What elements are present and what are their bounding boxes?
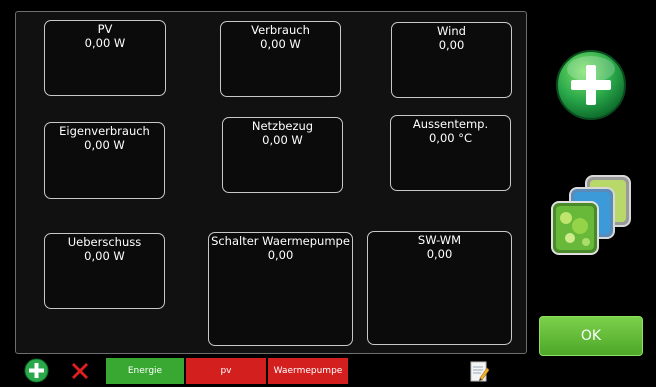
image-gallery-button[interactable] <box>548 174 632 256</box>
tile-name: Aussentemp. <box>412 117 489 131</box>
tile-value: 0,00 W <box>260 37 301 51</box>
tab-waermepumpe[interactable]: Waermepumpe <box>268 358 348 384</box>
tile-verbrauch[interactable]: Verbrauch 0,00 W <box>220 21 341 97</box>
image-gallery-icon <box>551 175 631 255</box>
tile-name: SW-WM <box>417 233 462 247</box>
tile-pv[interactable]: PV 0,00 W <box>44 20 166 96</box>
edit-button[interactable] <box>470 360 490 382</box>
tile-value: 0,00 W <box>262 133 303 147</box>
tile-name: Netzbezug <box>251 119 314 133</box>
tile-value: 0,00 <box>267 248 294 262</box>
add-page-button[interactable] <box>24 358 49 383</box>
ok-button[interactable]: OK <box>539 316 643 356</box>
tab-energie[interactable]: Energie <box>106 358 184 384</box>
notepad-pencil-icon <box>470 361 490 382</box>
tile-aussentemp[interactable]: Aussentemp. 0,00 °C <box>390 115 511 191</box>
tile-value: 0,00 W <box>84 36 126 50</box>
tile-schalter-waermepumpe[interactable]: Schalter Waermepumpe 0,00 <box>208 232 353 346</box>
delete-page-button[interactable] <box>68 359 92 383</box>
tile-sw-wm[interactable]: SW-WM 0,00 <box>367 231 512 345</box>
plus-circle-icon <box>24 358 49 383</box>
tile-name: Verbrauch <box>251 23 310 37</box>
tile-name: Ueberschuss <box>67 235 142 249</box>
red-x-icon <box>72 363 88 379</box>
tile-eigenverbrauch[interactable]: Eigenverbrauch 0,00 W <box>44 122 165 199</box>
tile-value: 0,00 W <box>84 249 125 263</box>
tab-pv[interactable]: pv <box>186 358 266 384</box>
tile-wind[interactable]: Wind 0,00 <box>391 22 512 98</box>
tile-name: PV <box>97 22 113 36</box>
add-tile-button[interactable] <box>555 47 627 123</box>
tile-name: Eigenverbrauch <box>59 124 150 138</box>
tile-name: Wind <box>437 24 466 38</box>
tile-ueberschuss[interactable]: Ueberschuss 0,00 W <box>44 233 165 309</box>
tile-name: Schalter Waermepumpe <box>211 234 350 248</box>
plus-circle-icon <box>556 50 626 120</box>
tile-value: 0,00 °C <box>428 131 473 145</box>
tile-value: 0,00 <box>426 247 453 261</box>
tile-netzbezug[interactable]: Netzbezug 0,00 W <box>222 117 343 193</box>
tile-value: 0,00 <box>438 38 465 52</box>
tile-value: 0,00 W <box>84 138 125 152</box>
